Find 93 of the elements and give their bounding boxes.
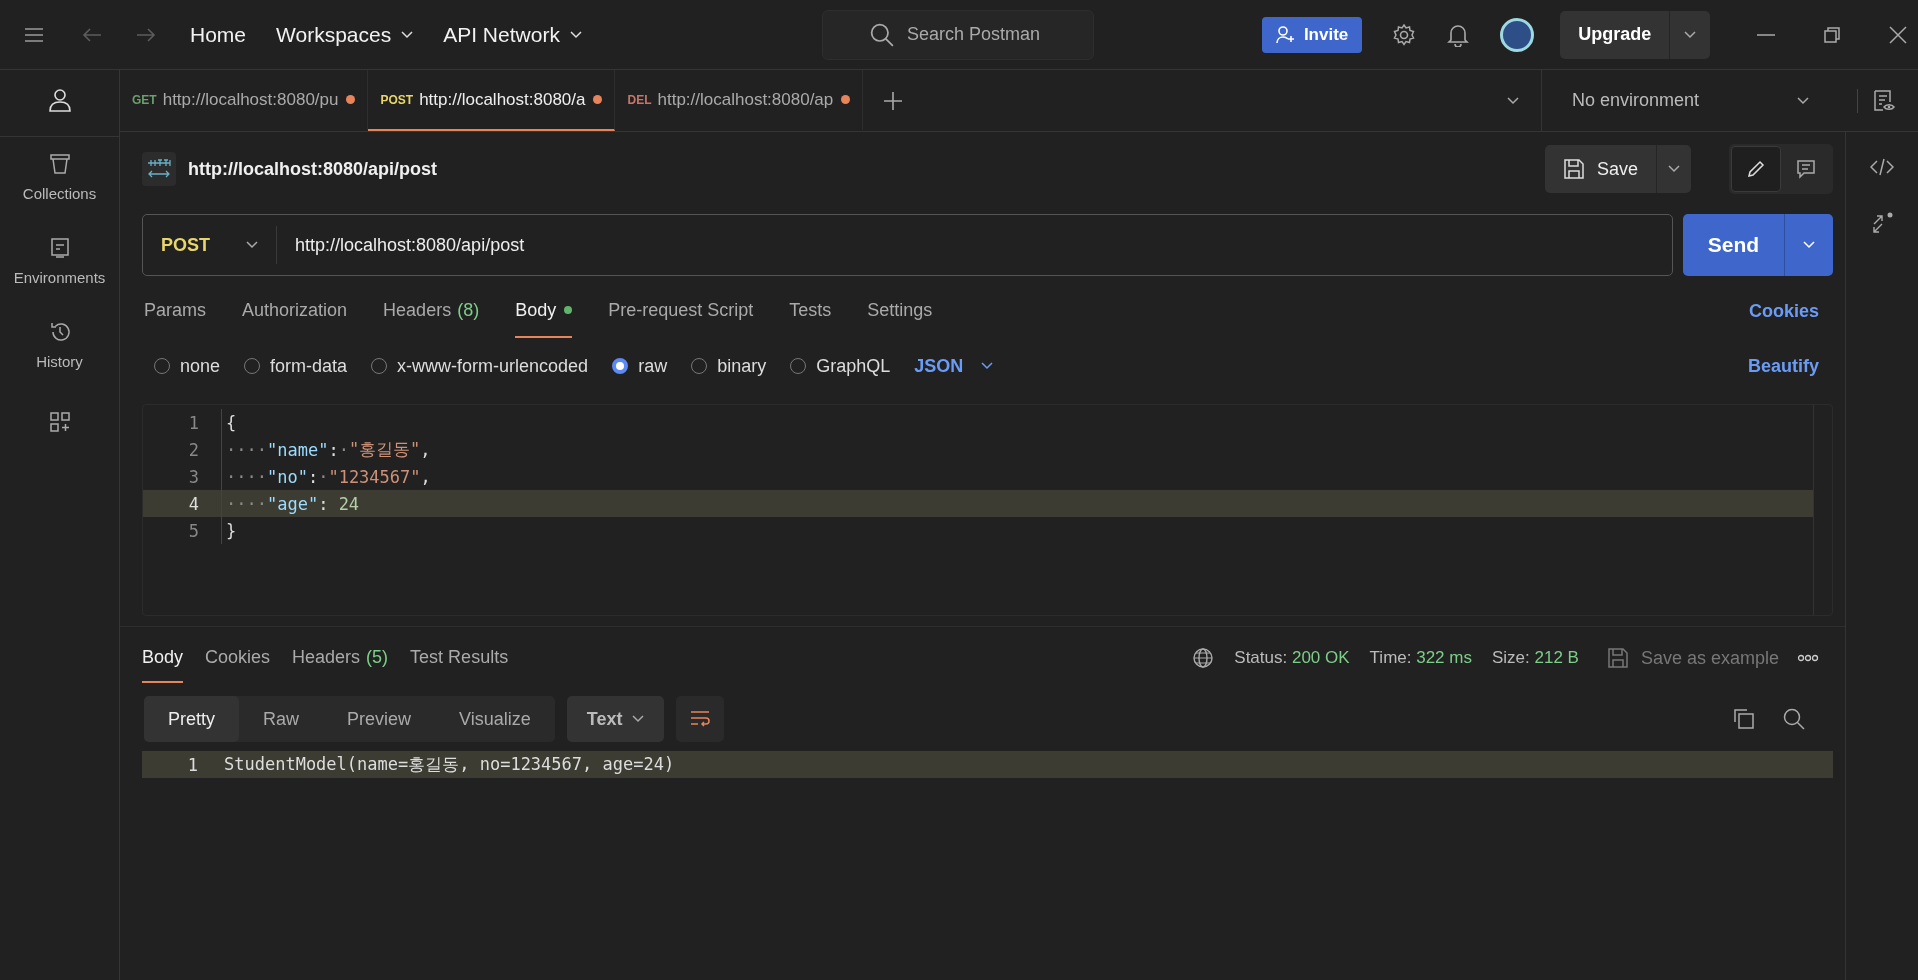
chevron-down-icon — [981, 362, 994, 370]
request-section-tab[interactable]: Headers (8) — [383, 284, 480, 338]
body-type-radio[interactable]: x-www-form-urlencoded — [371, 355, 589, 377]
copy-icon[interactable] — [1733, 708, 1755, 730]
body-type-radio[interactable]: raw — [612, 355, 668, 377]
line-number: 4 — [187, 493, 200, 514]
related-arrows-icon[interactable] — [1870, 212, 1894, 234]
cookies-link[interactable]: Cookies — [1748, 300, 1819, 322]
bin-icon — [48, 153, 71, 175]
response-stat: Time: 322 ms — [1369, 648, 1472, 668]
request-section-tab[interactable]: Body — [515, 284, 573, 338]
body-type-radio[interactable]: none — [154, 355, 221, 377]
line-number: 3 — [187, 466, 200, 487]
notification-bell-icon[interactable] — [1446, 22, 1471, 47]
body-type-radio[interactable]: GraphQL — [790, 355, 891, 377]
body-type-radio[interactable]: binary — [691, 355, 767, 377]
tabs-dropdown-icon[interactable] — [1507, 96, 1519, 105]
pencil-icon — [1746, 159, 1766, 179]
chevron-down-icon — [1684, 30, 1697, 39]
close-icon[interactable] — [1888, 24, 1909, 45]
wrap-lines-button[interactable] — [676, 696, 725, 742]
nav-menu-item[interactable]: Home — [190, 22, 247, 47]
line-number: 1 — [187, 412, 200, 433]
http-icon — [142, 152, 176, 186]
beautify-link[interactable]: Beautify — [1748, 355, 1819, 377]
add-user-icon — [1275, 25, 1296, 44]
wrap-lines-icon — [689, 710, 712, 728]
code-line: } — [221, 517, 237, 544]
back-arrow-icon[interactable] — [82, 26, 102, 43]
search-icon[interactable] — [1783, 708, 1805, 730]
sidebar-item[interactable]: Environments — [0, 237, 119, 321]
view-mode-tab[interactable]: Visualize — [435, 696, 555, 742]
code-icon[interactable] — [1870, 156, 1894, 178]
request-name: http://localhost:8080/api/post — [188, 158, 438, 180]
format-dropdown[interactable]: Text — [566, 696, 665, 742]
response-stat: Size: 212 B — [1491, 648, 1579, 668]
view-mode-tab[interactable]: Pretty — [144, 696, 239, 742]
nav-menu-item[interactable]: Workspaces — [276, 22, 414, 47]
edit-button[interactable] — [1731, 146, 1781, 192]
request-tab[interactable]: DEL http://localhost:8080/ap — [615, 70, 864, 131]
line-number: 5 — [187, 520, 200, 541]
sidebar-item[interactable]: Collections — [0, 153, 119, 237]
avatar-icon[interactable] — [1500, 17, 1535, 52]
request-tab[interactable]: GET http://localhost:8080/pu — [120, 70, 369, 131]
view-mode-tab[interactable]: Raw — [239, 696, 324, 742]
comment-icon — [1796, 159, 1816, 179]
history-icon — [48, 321, 71, 343]
restore-icon[interactable] — [1822, 24, 1843, 45]
document-icon — [48, 237, 71, 259]
request-section-tab[interactable]: Authorization — [242, 284, 348, 338]
line-number: 2 — [187, 439, 200, 460]
invite-button[interactable]: Invite — [1261, 16, 1363, 53]
view-mode-tab[interactable]: Preview — [323, 696, 436, 742]
more-options-icon[interactable] — [1797, 654, 1819, 662]
sidebar-item[interactable]: History — [0, 321, 119, 405]
globe-icon[interactable] — [1192, 647, 1215, 669]
environment-quick-look-icon[interactable] — [1857, 88, 1896, 113]
code-editor[interactable]: 1 { 2 ····"name":·"홍길동", 3 ····"no":·"1234567", 4 ····"age": 24 5 } — [142, 404, 1833, 616]
chevron-down-icon — [1668, 165, 1680, 173]
settings-icon[interactable] — [1392, 22, 1417, 47]
language-dropdown[interactable]: JSON — [914, 355, 994, 377]
chevron-down-icon[interactable] — [569, 30, 582, 39]
request-section-tab[interactable]: Tests — [789, 284, 832, 338]
search-field[interactable]: Search Postman — [821, 9, 1094, 60]
request-section-tab[interactable]: Pre-request Script — [608, 284, 754, 338]
method-selector[interactable]: POST — [143, 226, 277, 264]
new-tab-icon[interactable] — [883, 90, 904, 111]
request-section-tab[interactable]: Params — [144, 284, 206, 338]
body-type-radio[interactable]: form-data — [244, 355, 348, 377]
response-tab[interactable]: Body — [142, 633, 184, 683]
code-line: { — [221, 409, 237, 436]
chevron-down-icon — [1797, 96, 1809, 105]
response-tab[interactable]: Headers (5) — [292, 633, 389, 683]
forward-arrow-icon[interactable] — [136, 26, 156, 43]
nav-menu-item[interactable]: API Network — [443, 22, 582, 47]
response-tab[interactable]: Cookies — [205, 633, 271, 683]
menu-icon[interactable] — [24, 27, 44, 42]
chevron-down-icon — [246, 241, 258, 249]
environment-selector[interactable]: No environment — [1541, 70, 1831, 131]
chevron-down-icon — [632, 715, 645, 723]
response-stat: Status: 200 OK — [1234, 648, 1350, 668]
code-line: ····"age": 24 — [221, 490, 360, 517]
chevron-down-icon — [1803, 241, 1815, 249]
response-tab[interactable]: Test Results — [410, 633, 509, 683]
request-tab[interactable]: POST http://localhost:8080/a — [368, 70, 616, 131]
code-line: ····"name":·"홍길동", — [221, 436, 431, 463]
user-icon[interactable] — [48, 88, 71, 112]
add-grid-icon[interactable] — [48, 411, 71, 433]
code-line: StudentModel(name=홍길동, no=1234567, age=24) — [223, 753, 675, 776]
chevron-down-icon[interactable] — [401, 30, 414, 39]
line-number: 1 — [186, 754, 199, 775]
url-bar[interactable]: POST http://localhost:8080/api/post — [142, 214, 1673, 276]
request-section-tab[interactable]: Settings — [867, 284, 933, 338]
